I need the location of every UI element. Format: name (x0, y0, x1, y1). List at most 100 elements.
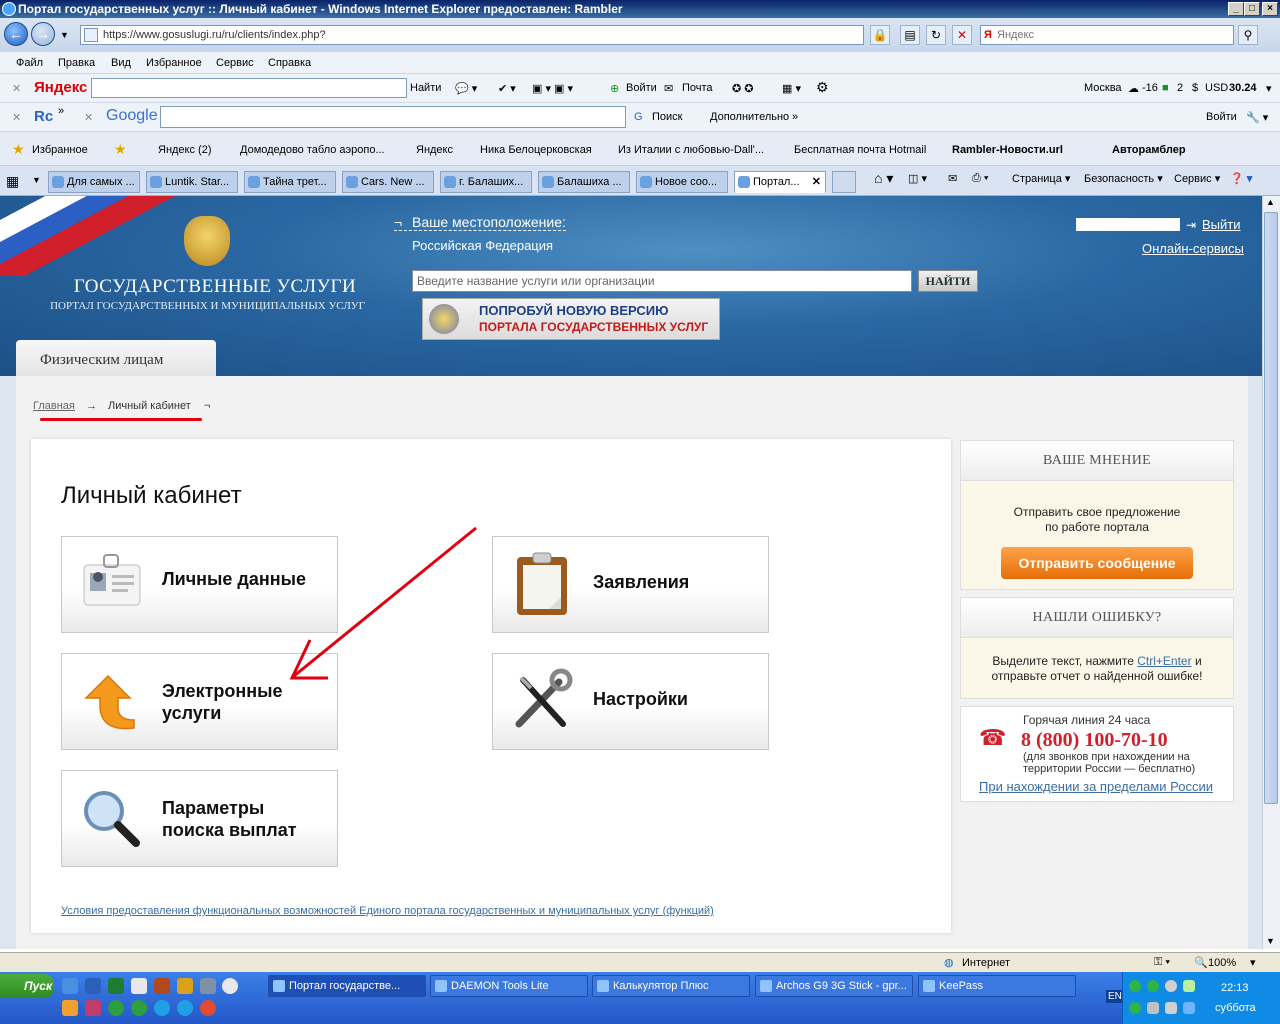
add-favorite-icon[interactable]: ★ (114, 141, 127, 158)
tab-list-icon[interactable]: ▼ (32, 175, 41, 185)
forward-button[interactable]: → (31, 22, 55, 46)
excel-icon[interactable] (108, 978, 124, 994)
word-icon[interactable] (85, 978, 101, 994)
location-link[interactable]: ¬ Ваше местоположение: (394, 214, 566, 231)
taskbar-item-calculator[interactable]: Калькулятор Плюс (592, 975, 750, 997)
app-icon[interactable] (85, 1000, 101, 1016)
browser-tab[interactable]: Для самых ... (48, 171, 140, 193)
google-search-input[interactable] (160, 106, 626, 128)
tray-icon[interactable] (1147, 1002, 1159, 1014)
breadcrumb-home[interactable]: Главная (33, 400, 75, 412)
send-message-button[interactable]: Отправить сообщение (1001, 547, 1193, 579)
google-search-button[interactable]: Поиск (652, 111, 682, 123)
safety-menu[interactable]: Безопасность ▾ (1084, 172, 1163, 185)
menu-file[interactable]: Файл (16, 57, 43, 69)
favorites-button[interactable]: Избранное (32, 144, 88, 156)
lock-icon[interactable]: 🔒 (870, 25, 890, 45)
yandex-find-button[interactable]: Найти (410, 82, 441, 94)
tray-icon[interactable] (1129, 980, 1141, 992)
stop-icon[interactable]: ✕ (952, 25, 972, 45)
quick-tabs-icon[interactable]: ▦ (6, 173, 19, 190)
skype-icon[interactable] (154, 1000, 170, 1016)
scroll-up-icon[interactable]: ▲ (1266, 197, 1275, 207)
fav-item[interactable]: Авторамблер (1112, 144, 1186, 156)
address-bar[interactable]: https://www.gosuslugi.ru/ru/clients/inde… (80, 25, 864, 45)
fav-item[interactable]: Домодедово табло аэропо... (240, 144, 385, 156)
yandex-mail[interactable]: Почта (682, 82, 713, 94)
firefox-icon[interactable] (177, 978, 193, 994)
close-button[interactable]: × (1262, 2, 1278, 16)
applications-card[interactable]: Заявления (492, 536, 769, 633)
media-player-icon[interactable] (222, 978, 238, 994)
scroll-down-icon[interactable]: ▼ (1266, 936, 1275, 946)
close-icon[interactable]: ✕ (12, 82, 21, 95)
winrar-icon[interactable] (154, 978, 170, 994)
browser-search-input[interactable]: Яндекс (980, 25, 1234, 45)
google-login[interactable]: Войти (1206, 111, 1237, 123)
google-more-button[interactable]: Дополнительно (710, 111, 789, 123)
site-search-button[interactable]: НАЙТИ (918, 270, 978, 292)
new-version-banner[interactable]: ПОПРОБУЙ НОВУЮ ВЕРСИЮ ПОРТАЛА ГОСУДАРСТВ… (422, 298, 720, 340)
refresh-icon[interactable]: ↻ (926, 25, 946, 45)
payment-search-card[interactable]: Параметры поиска выплат (61, 770, 338, 867)
back-button[interactable]: ← (4, 22, 28, 46)
taskbar-item-keepass[interactable]: KeePass (918, 975, 1076, 997)
wrench-icon[interactable]: 🔧 ▾ (1246, 111, 1268, 124)
browser-tab[interactable]: г. Балаших... (440, 171, 532, 193)
yandex-search-input[interactable] (91, 78, 407, 98)
close-icon[interactable]: ✕ (12, 111, 21, 124)
menu-edit[interactable]: Правка (58, 57, 95, 69)
search-icon[interactable]: ⚲ (1238, 25, 1258, 45)
start-button[interactable]: Пуск (0, 974, 54, 998)
icq-icon[interactable] (131, 1000, 147, 1016)
page-menu[interactable]: Страница ▾ (1012, 172, 1070, 185)
menu-view[interactable]: Вид (111, 57, 131, 69)
calculator-icon[interactable] (131, 978, 147, 994)
browser-tab-active[interactable]: Портал... ✕ (734, 171, 826, 193)
apps-icon[interactable]: ▦ ▾ (782, 82, 801, 95)
fav-item[interactable]: Из Италии с любовью-Dall'... (618, 144, 764, 156)
chrome-icon[interactable] (200, 1000, 216, 1016)
taskbar-item-daemon[interactable]: DAEMON Tools Lite (430, 975, 588, 997)
fav-item[interactable]: Бесплатная почта Hotmail (794, 144, 926, 156)
volume-icon[interactable] (1183, 1002, 1195, 1014)
traffic-count[interactable]: 2 (1177, 82, 1183, 94)
minimize-button[interactable]: _ (1228, 2, 1244, 16)
yandex-login[interactable]: Войти (626, 82, 657, 94)
clock-time[interactable]: 22:13 (1221, 982, 1249, 994)
zoom-icon[interactable]: 🔍 (1194, 956, 1208, 969)
taskbar-item-ie[interactable]: Портал государстве... (268, 975, 426, 997)
menu-favorites[interactable]: Избранное (146, 57, 202, 69)
menu-help[interactable]: Справка (268, 57, 311, 69)
fav-item[interactable]: Яндекс (416, 144, 453, 156)
protected-mode-icon[interactable]: ⚿ ▾ (1154, 956, 1170, 969)
browser-tab[interactable]: Тайна трет... (244, 171, 336, 193)
logout-link[interactable]: Выйти (1202, 217, 1241, 232)
network-tray-icon[interactable] (1165, 1002, 1177, 1014)
home-icon[interactable]: ⌂ ▾ (874, 170, 893, 187)
skype-icon[interactable] (177, 1000, 193, 1016)
browser-tab[interactable]: Балашиха ... (538, 171, 630, 193)
browser-tab[interactable]: Новое соо... (636, 171, 728, 193)
settings-card[interactable]: Настройки (492, 653, 769, 750)
app-icon[interactable] (62, 1000, 78, 1016)
tab-individuals[interactable]: Физическим лицам (16, 340, 216, 376)
site-search-input[interactable]: Введите название услуги или организации (412, 270, 912, 292)
tools-menu[interactable]: Сервис ▾ (1174, 172, 1220, 185)
site-logo-title[interactable]: ГОСУДАРСТВЕННЫЕ УСЛУГИ (60, 276, 370, 298)
abroad-link[interactable]: При нахождении за пределами России (979, 779, 1213, 794)
chevron-right-icon[interactable]: » (58, 105, 64, 117)
browser-tab[interactable]: Cars. New ... (342, 171, 434, 193)
terms-link[interactable]: Условия предоставления функциональных во… (61, 905, 714, 917)
menu-tools[interactable]: Сервис (216, 57, 254, 69)
read-mail-icon[interactable]: ✉ (948, 172, 957, 185)
close-icon[interactable]: ✕ (84, 111, 93, 124)
zoom-level[interactable]: 100% (1208, 957, 1236, 969)
currency-value[interactable]: 30.24 (1229, 82, 1257, 94)
rss-icon[interactable]: ◫ ▾ (908, 172, 927, 185)
weather-city[interactable]: Москва (1084, 82, 1122, 94)
fav-item[interactable]: Rambler-Новости.url (952, 144, 1063, 156)
tray-icon[interactable] (1165, 980, 1177, 992)
chevron-double-right-icon[interactable]: » (792, 111, 798, 123)
translate-icon[interactable]: ▣ ▾ ▣ ▾ (532, 82, 573, 95)
